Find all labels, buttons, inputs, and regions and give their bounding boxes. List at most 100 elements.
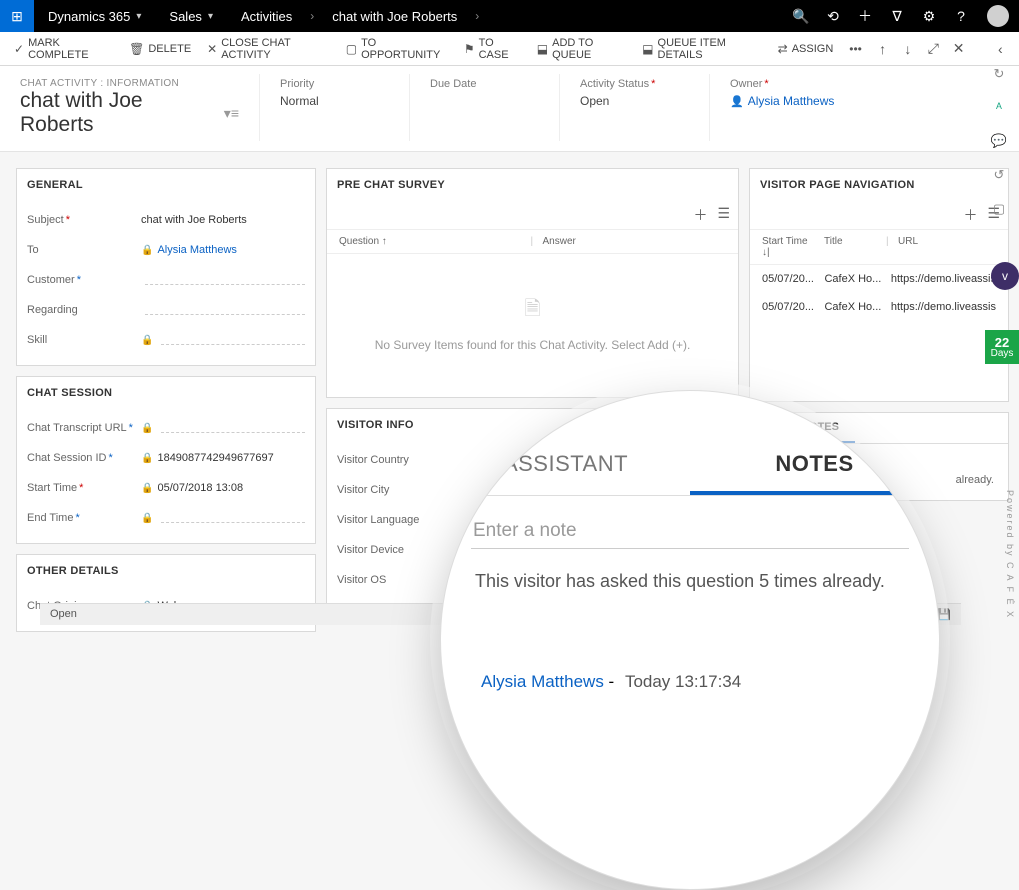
session-id-value: 1849087742949677697 bbox=[157, 452, 305, 464]
survey-col-answer[interactable]: Answer bbox=[539, 234, 731, 249]
visitor-device-label: Visitor Device bbox=[337, 544, 451, 556]
record-header: CHAT ACTIVITY : INFORMATION chat with Jo… bbox=[0, 66, 1019, 152]
close-button[interactable]: ✕ bbox=[946, 40, 971, 57]
help-icon[interactable]: ? bbox=[945, 0, 977, 32]
subject-value[interactable]: chat with Joe Roberts bbox=[141, 214, 305, 226]
queue-item-details-button[interactable]: ⬓QUEUE ITEM DETAILS bbox=[634, 32, 769, 66]
nav-col-time[interactable]: Start Time ↓| bbox=[758, 234, 820, 260]
settings-icon[interactable]: ⚙ bbox=[913, 0, 945, 32]
assign-icon: ⇄ bbox=[778, 42, 788, 56]
recent-icon[interactable]: ⟲ bbox=[817, 0, 849, 32]
activity-status-label: Activity Status* bbox=[580, 78, 689, 90]
activity-status-value[interactable]: Open bbox=[580, 94, 689, 108]
page-title: chat with Joe Roberts▾≡ bbox=[20, 89, 239, 137]
delete-button[interactable]: 🗑DELETE bbox=[121, 32, 199, 66]
x-icon: ✕ bbox=[207, 42, 217, 56]
to-opportunity-button[interactable]: ▢TO OPPORTUNITY bbox=[338, 32, 456, 66]
queue-icon: ⬓ bbox=[537, 42, 548, 56]
breadcrumb-record[interactable]: chat with Joe Roberts bbox=[318, 0, 471, 32]
brand-menu[interactable]: Dynamics 365▾ bbox=[34, 0, 155, 32]
regarding-field[interactable] bbox=[145, 305, 305, 315]
to-label: To bbox=[27, 244, 141, 256]
end-time-label: End Time* bbox=[27, 512, 141, 524]
chat-session-header: CHAT SESSION bbox=[17, 377, 315, 409]
loop-icon[interactable]: ↺ bbox=[994, 167, 1005, 183]
breadcrumb-separator: › bbox=[306, 9, 318, 23]
panel-icon[interactable]: ▢ bbox=[993, 201, 1005, 217]
trash-icon: 🗑 bbox=[129, 42, 144, 56]
nav-up-button[interactable]: ↑ bbox=[870, 41, 895, 57]
survey-grid-menu-button[interactable]: ☰ bbox=[717, 205, 730, 225]
general-header: GENERAL bbox=[17, 169, 315, 201]
days-remaining-badge[interactable]: 22Days bbox=[985, 330, 1019, 364]
popout-button[interactable]: ⤢ bbox=[921, 40, 946, 57]
visitor-city-label: Visitor City bbox=[337, 484, 451, 496]
side-widget-badge[interactable]: v bbox=[991, 262, 1019, 290]
add-survey-item-button[interactable]: ＋ bbox=[693, 205, 707, 225]
check-icon: ✓ bbox=[14, 42, 24, 56]
opportunity-icon: ▢ bbox=[346, 42, 357, 56]
to-case-button[interactable]: ⚑TO CASE bbox=[456, 32, 529, 66]
lock-icon: 🔒 bbox=[141, 453, 153, 464]
mark-complete-button[interactable]: ✓MARK COMPLETE bbox=[6, 32, 121, 66]
visitor-nav-card: VISITOR PAGE NAVIGATION ＋☰ Start Time ↓|… bbox=[749, 168, 1009, 402]
survey-empty-state: 🗎 No Survey Items found for this Chat Ac… bbox=[327, 254, 738, 392]
visitor-nav-header: VISITOR PAGE NAVIGATION bbox=[750, 169, 1008, 201]
collapse-pane-button[interactable]: ‹ bbox=[988, 41, 1013, 57]
filter-icon[interactable]: ∇ bbox=[881, 0, 913, 32]
customer-field[interactable] bbox=[145, 275, 305, 285]
search-icon[interactable]: 🔍 bbox=[785, 0, 817, 32]
note-input[interactable]: Enter a note bbox=[471, 514, 909, 549]
lock-icon: 🔒 bbox=[141, 245, 153, 256]
owner-link[interactable]: Alysia Matthews bbox=[748, 94, 835, 108]
add-to-queue-button[interactable]: ⬓ADD TO QUEUE bbox=[529, 32, 634, 66]
area-menu[interactable]: Sales▾ bbox=[155, 0, 227, 32]
lock-icon: 🔒 bbox=[141, 483, 153, 494]
new-icon[interactable]: ＋ bbox=[849, 0, 881, 32]
transcript-url-field[interactable] bbox=[161, 423, 305, 433]
close-activity-button[interactable]: ✕CLOSE CHAT ACTIVITY bbox=[199, 32, 338, 66]
owner-label: Owner* bbox=[730, 78, 999, 90]
regarding-label: Regarding bbox=[27, 304, 141, 316]
to-link[interactable]: Alysia Matthews bbox=[157, 244, 236, 256]
nav-col-title[interactable]: Title bbox=[820, 234, 882, 260]
priority-value[interactable]: Normal bbox=[280, 94, 389, 108]
right-rail: ↻ ᴬ 💬 ↺ ▢ bbox=[987, 66, 1011, 217]
refresh-icon[interactable]: ↻ bbox=[994, 66, 1005, 82]
visitor-language-label: Visitor Language bbox=[337, 514, 451, 526]
command-bar: ✓MARK COMPLETE 🗑DELETE ✕CLOSE CHAT ACTIV… bbox=[0, 32, 1019, 66]
person-icon[interactable]: ᴬ bbox=[996, 100, 1002, 115]
nav-down-button[interactable]: ↓ bbox=[895, 41, 920, 57]
start-time-value: 05/07/2018 13:08 bbox=[157, 482, 305, 494]
add-nav-item-button[interactable]: ＋ bbox=[963, 205, 977, 225]
customer-label: Customer* bbox=[27, 274, 141, 286]
app-launcher-icon[interactable]: ⊞ bbox=[0, 0, 34, 32]
subject-label: Subject* bbox=[27, 214, 141, 226]
user-avatar[interactable] bbox=[987, 5, 1009, 27]
lock-icon: 🔒 bbox=[141, 423, 153, 434]
powered-by-cafex: Powered by C A F É X bbox=[1005, 490, 1015, 619]
footer-status: Open bbox=[50, 608, 77, 621]
skill-field[interactable] bbox=[161, 335, 305, 345]
survey-header: PRE CHAT SURVEY bbox=[327, 169, 738, 201]
note-author-link[interactable]: Alysia Matthews bbox=[481, 672, 604, 691]
chevron-down-icon: ▾ bbox=[136, 11, 141, 22]
priority-label: Priority bbox=[280, 78, 389, 90]
nav-col-url[interactable]: URL bbox=[894, 234, 1000, 260]
case-icon: ⚑ bbox=[464, 42, 475, 56]
page-type: CHAT ACTIVITY : INFORMATION bbox=[20, 78, 239, 89]
save-icon[interactable]: 💾 bbox=[937, 608, 951, 621]
table-row[interactable]: 05/07/20... CafeX Ho... https://demo.liv… bbox=[750, 293, 1008, 321]
title-menu-icon[interactable]: ▾≡ bbox=[224, 105, 239, 122]
session-id-label: Chat Session ID* bbox=[27, 452, 141, 464]
overflow-button[interactable]: ••• bbox=[841, 32, 870, 66]
table-row[interactable]: 05/07/20... CafeX Ho... https://demo.liv… bbox=[750, 265, 1008, 293]
survey-col-question[interactable]: Question ↑ bbox=[335, 234, 527, 249]
end-time-field[interactable] bbox=[161, 513, 305, 523]
assign-button[interactable]: ⇄ASSIGN bbox=[770, 32, 842, 66]
lock-icon: 🔒 bbox=[141, 513, 153, 524]
visitor-os-label: Visitor OS bbox=[337, 574, 451, 586]
skill-label: Skill bbox=[27, 334, 141, 346]
breadcrumb-activities[interactable]: Activities bbox=[227, 0, 306, 32]
chat-icon[interactable]: 💬 bbox=[991, 133, 1007, 149]
